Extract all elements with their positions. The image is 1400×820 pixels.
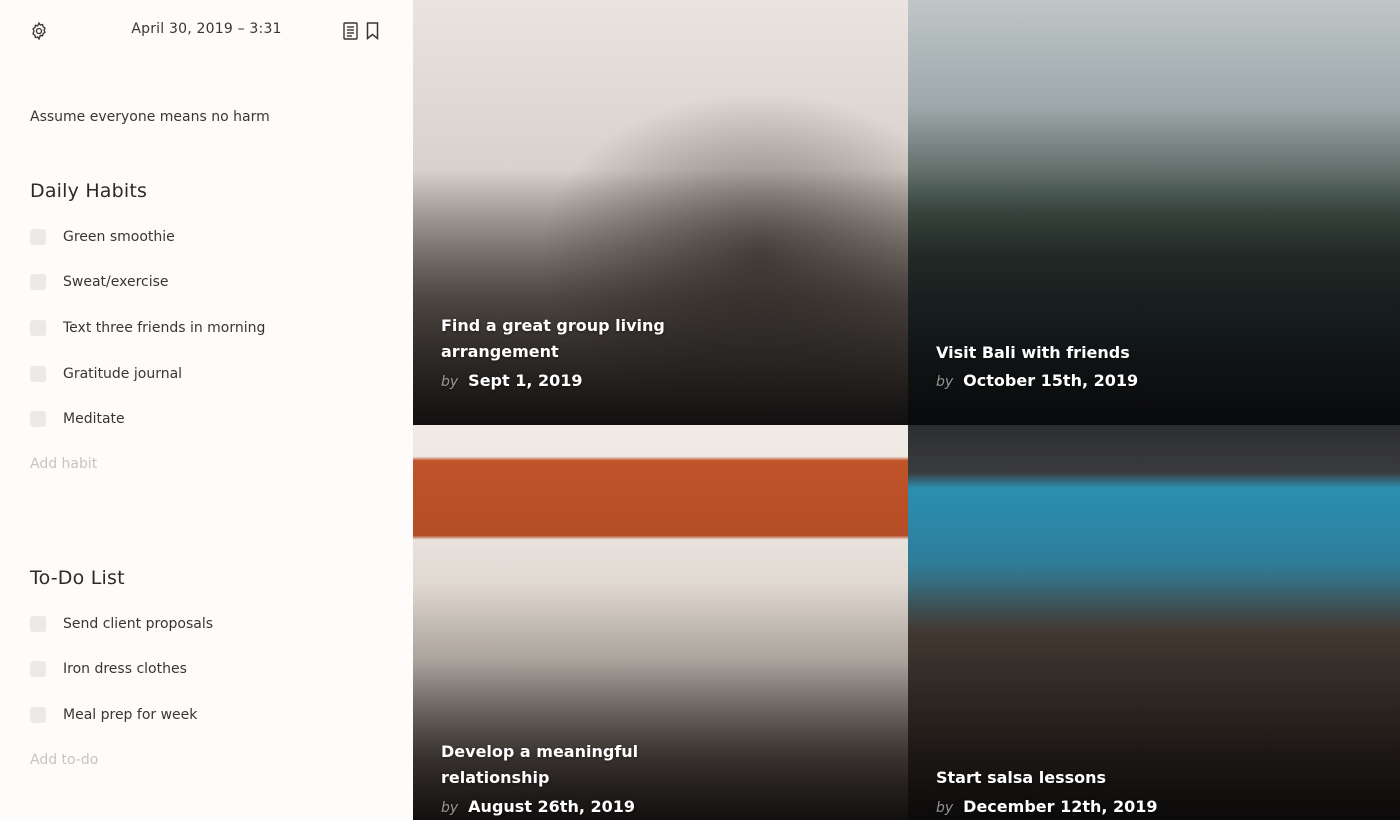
goal-date: Sept 1, 2019 (468, 371, 583, 390)
habits-list: Green smoothie Sweat/exercise Text three… (30, 214, 265, 442)
by-label: by (441, 800, 459, 816)
add-todo-button[interactable]: Add to-do (30, 752, 98, 768)
goal-card-group-living[interactable]: Find a great group living arrangement by… (413, 0, 908, 425)
goal-title: Develop a meaningful relationship (441, 742, 639, 787)
goal-card-bali[interactable]: Visit Bali with friends by October 15th, … (908, 0, 1400, 425)
notes-icon[interactable] (341, 21, 359, 41)
top-bar: April 30, 2019 – 3:31 (0, 0, 413, 62)
goal-title: Start salsa lessons (936, 768, 1107, 787)
goal-deadline: by Sept 1, 2019 (441, 371, 583, 390)
todo-checkbox[interactable] (30, 661, 46, 678)
goal-title: Find a great group living arrangement (441, 316, 665, 361)
habit-label: Meditate (63, 411, 125, 428)
todo-list: Send client proposals Iron dress clothes… (30, 601, 213, 738)
habit-label: Text three friends in morning (63, 319, 266, 336)
todo-checkbox[interactable] (30, 706, 46, 723)
goal-card-relationship[interactable]: Develop a meaningful relationship by Augu… (413, 425, 908, 820)
add-habit-button[interactable]: Add habit (30, 456, 97, 472)
habit-item: Gratitude journal (30, 351, 265, 397)
todo-label: Iron dress clothes (63, 661, 187, 678)
goal-deadline: by October 15th, 2019 (936, 371, 1138, 390)
sidebar: April 30, 2019 – 3:31 Assume everyone me… (0, 0, 413, 820)
daily-quote: Assume everyone means no harm (30, 109, 270, 125)
goal-date: August 26th, 2019 (468, 797, 636, 816)
todo-heading: To-Do List (30, 567, 125, 589)
habit-label: Sweat/exercise (63, 274, 169, 291)
habit-checkbox[interactable] (30, 228, 46, 245)
habit-checkbox[interactable] (30, 319, 46, 336)
habit-item: Green smoothie (30, 214, 265, 260)
todo-item: Meal prep for week (30, 692, 213, 738)
goal-date: October 15th, 2019 (963, 371, 1139, 390)
habit-item: Text three friends in morning (30, 305, 265, 351)
todo-label: Meal prep for week (63, 706, 198, 723)
habit-checkbox[interactable] (30, 365, 46, 382)
todo-label: Send client proposals (63, 615, 214, 632)
todo-item: Send client proposals (30, 601, 213, 647)
goal-deadline: by August 26th, 2019 (441, 797, 635, 816)
goal-date: December 12th, 2019 (963, 797, 1158, 816)
habit-checkbox[interactable] (30, 411, 46, 428)
by-label: by (936, 800, 954, 816)
habit-item: Meditate (30, 396, 265, 442)
daily-habits-heading: Daily Habits (30, 180, 148, 202)
by-label: by (936, 374, 954, 390)
habit-label: Green smoothie (63, 228, 175, 245)
todo-checkbox[interactable] (30, 615, 46, 632)
goal-card-salsa[interactable]: Start salsa lessons by December 12th, 201… (908, 425, 1400, 820)
habit-item: Sweat/exercise (30, 260, 265, 306)
goal-title: Visit Bali with friends (936, 343, 1130, 362)
habit-checkbox[interactable] (30, 274, 46, 291)
todo-item: Iron dress clothes (30, 647, 213, 693)
goal-deadline: by December 12th, 2019 (936, 797, 1158, 816)
bookmark-icon[interactable] (363, 21, 381, 41)
habit-label: Gratitude journal (63, 365, 183, 382)
by-label: by (441, 374, 459, 390)
